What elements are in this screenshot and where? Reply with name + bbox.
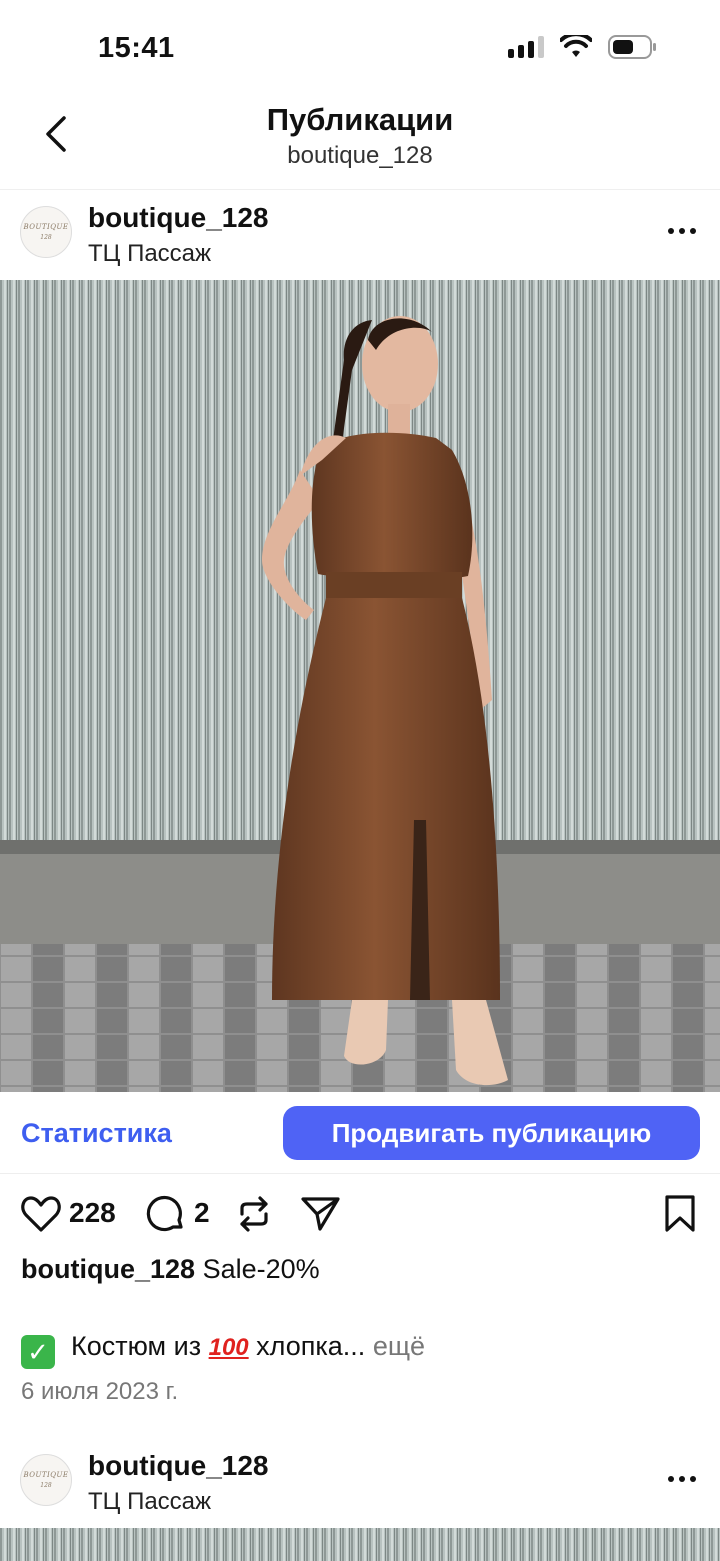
- post-header: BOUTIQUE 128 boutique_128 ТЦ Пассаж: [0, 190, 720, 278]
- post-location[interactable]: ТЦ Пассаж: [88, 240, 211, 268]
- avatar[interactable]: BOUTIQUE 128: [20, 1454, 72, 1506]
- caption-username[interactable]: boutique_128: [21, 1254, 195, 1284]
- heart-icon[interactable]: [20, 1194, 62, 1234]
- avatar-text-number: 128: [40, 1482, 52, 1489]
- post-description: ✓ Костюм из 100 хлопка... ещё: [21, 1331, 425, 1369]
- comment-icon[interactable]: [146, 1194, 186, 1234]
- photo-illustration: [0, 280, 720, 1092]
- page-subtitle: boutique_128: [287, 142, 433, 169]
- avatar-text-number: 128: [40, 234, 52, 241]
- more-icon[interactable]: [668, 1476, 696, 1482]
- bookmark-icon[interactable]: [664, 1194, 696, 1234]
- post-username[interactable]: boutique_128: [88, 1450, 268, 1482]
- page-title: Публикации: [266, 102, 454, 137]
- comments-count[interactable]: 2: [194, 1197, 210, 1229]
- post-date: 6 июля 2023 г.: [21, 1378, 179, 1405]
- status-bar: 15:41: [0, 0, 720, 96]
- next-post-photo[interactable]: [0, 1528, 720, 1561]
- status-icons: [508, 34, 658, 60]
- status-time: 15:41: [98, 32, 175, 64]
- likes-count[interactable]: 228: [69, 1197, 116, 1229]
- caption-text: Sale-20%: [202, 1254, 320, 1284]
- nav-header: Публикации boutique_128: [0, 96, 720, 190]
- promote-post-button[interactable]: Продвигать публикацию: [283, 1106, 700, 1160]
- desc-text-1: Костюм из: [71, 1331, 202, 1361]
- post-location[interactable]: ТЦ Пассаж: [88, 1488, 211, 1516]
- desc-text-2: хлопка...: [256, 1331, 366, 1361]
- check-mark-icon: ✓: [21, 1335, 55, 1369]
- avatar-text: BOUTIQUE: [23, 1471, 69, 1479]
- photo-illustration: [0, 1528, 720, 1561]
- avatar[interactable]: BOUTIQUE 128: [20, 206, 72, 258]
- wifi-icon: [560, 35, 592, 57]
- more-link[interactable]: ещё: [373, 1331, 425, 1361]
- statistics-button[interactable]: Статистика: [21, 1118, 172, 1149]
- repost-icon[interactable]: [236, 1194, 272, 1234]
- post-actions-bar: Статистика Продвигать публикацию: [0, 1092, 720, 1174]
- engagement-row: 228 2: [0, 1186, 720, 1242]
- avatar-text: BOUTIQUE: [23, 223, 69, 231]
- share-icon[interactable]: [300, 1194, 342, 1234]
- post-caption: boutique_128 Sale-20%: [21, 1254, 320, 1285]
- signal-icon: [508, 36, 544, 58]
- next-post-header: BOUTIQUE 128 boutique_128 ТЦ Пассаж: [0, 1438, 720, 1526]
- post-username[interactable]: boutique_128: [88, 202, 268, 234]
- more-icon[interactable]: [668, 228, 696, 234]
- post-photo[interactable]: [0, 280, 720, 1092]
- hundred-points-icon: 100: [208, 1334, 249, 1361]
- battery-icon: [608, 35, 656, 59]
